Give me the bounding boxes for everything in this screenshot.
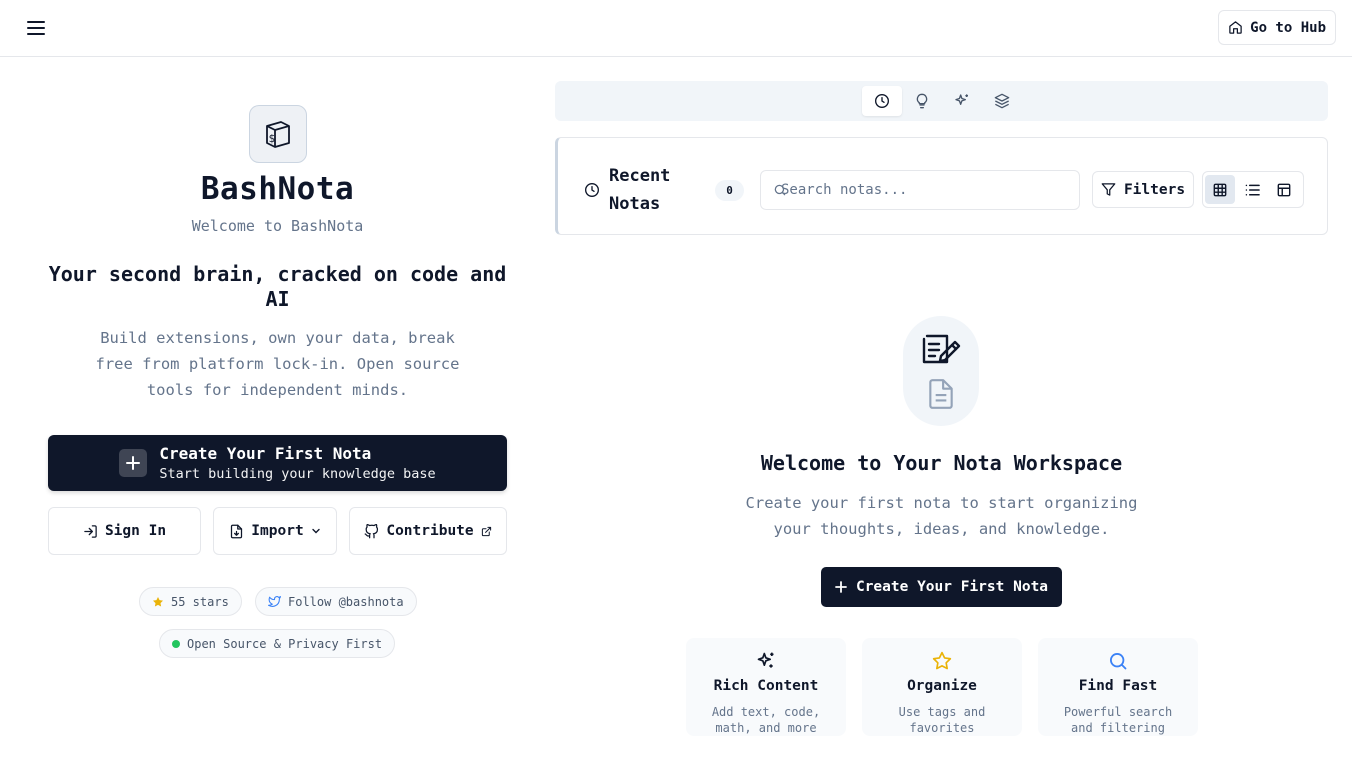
cta-subtitle: Start building your knowledge base <box>159 466 436 482</box>
tab-recent[interactable] <box>862 86 902 116</box>
list-view-button[interactable] <box>1237 175 1267 204</box>
feature-card-find-fast: Find Fast Powerful search and filtering <box>1038 638 1198 736</box>
create-first-nota-button[interactable]: Create Your First Nota <box>821 567 1062 607</box>
chevron-down-icon <box>311 528 320 534</box>
layers-icon <box>994 93 1010 109</box>
sign-in-icon <box>84 524 97 538</box>
feature-description: Powerful search and filtering <box>1063 705 1173 735</box>
tab-layers[interactable] <box>982 86 1022 116</box>
panel-title: Recent Notas <box>584 162 705 218</box>
star-icon <box>153 596 163 606</box>
nota-count-badge: 0 <box>715 180 744 201</box>
intro-column: $ BashNota Welcome to BashNota Your seco… <box>48 57 507 697</box>
home-icon <box>1229 21 1242 34</box>
sparkles-icon <box>757 652 774 668</box>
menu-button[interactable] <box>22 14 50 42</box>
star-icon <box>932 651 952 670</box>
terminal-package-icon: $ <box>266 121 290 148</box>
sparkles-icon <box>955 94 968 105</box>
app-logo: $ <box>249 105 307 163</box>
workspace-tabs <box>555 81 1328 121</box>
file-import-icon <box>231 524 243 538</box>
hamburger-menu-icon <box>27 21 45 35</box>
search-icon <box>1110 653 1127 670</box>
twitter-icon <box>268 596 281 607</box>
notepad-pencil-icon <box>922 334 961 364</box>
open-source-badge: Open Source & Privacy First <box>159 629 396 658</box>
svg-text:$: $ <box>269 132 276 145</box>
stars-count: 55 stars <box>171 594 229 609</box>
table-view-icon <box>1277 183 1291 196</box>
feature-title: Find Fast <box>1078 678 1158 694</box>
plus-icon <box>835 581 847 593</box>
table-view-button[interactable] <box>1269 175 1299 204</box>
filters-button[interactable]: Filters <box>1092 171 1194 208</box>
feature-title: Rich Content <box>713 678 819 694</box>
search-box <box>760 170 1080 210</box>
document-icon <box>929 379 953 409</box>
tab-ideas[interactable] <box>902 86 942 116</box>
github-icon <box>364 523 379 538</box>
feature-card-organize: Organize Use tags and favorites <box>862 638 1022 736</box>
empty-state-title: Welcome to Your Nota Workspace <box>760 451 1123 475</box>
feature-description: Use tags and favorites <box>898 705 986 735</box>
contribute-button[interactable]: Contribute <box>349 507 507 555</box>
feature-description: Add text, code, math, and more <box>711 705 821 735</box>
go-to-hub-button[interactable]: Go to Hub <box>1218 10 1336 45</box>
lightbulb-icon <box>916 93 928 109</box>
import-dropdown-button[interactable]: Import <box>213 507 337 555</box>
empty-state-illustration <box>903 316 979 426</box>
sign-in-label: Sign In <box>104 523 167 539</box>
open-source-label: Open Source & Privacy First <box>187 636 383 651</box>
follow-label: Follow @bashnota <box>288 594 404 609</box>
panel-title-text: Recent Notas <box>609 166 671 214</box>
top-bar: Go to Hub <box>0 0 1352 57</box>
filters-label: Filters <box>1123 181 1186 198</box>
plus-icon <box>119 449 148 477</box>
feature-card-rich-content: Rich Content Add text, code, math, and m… <box>686 638 846 736</box>
cta-title: Create Your First Nota <box>159 444 372 463</box>
clock-icon <box>585 183 599 197</box>
empty-state-description: Create your first nota to start organizi… <box>745 494 1138 538</box>
view-mode-toggle <box>1202 171 1304 208</box>
list-view-icon <box>1245 184 1260 195</box>
external-link-icon <box>481 526 491 536</box>
app-name: BashNota <box>200 171 355 207</box>
grid-view-button[interactable] <box>1205 175 1235 204</box>
description: Build extensions, own your data, break f… <box>95 329 460 399</box>
filter-icon <box>1101 183 1116 196</box>
tab-ai[interactable] <box>942 86 982 116</box>
welcome-text: Welcome to BashNota <box>191 217 364 235</box>
feature-title: Organize <box>907 678 977 694</box>
status-dot <box>172 639 180 648</box>
create-first-nota-hero-button[interactable]: Create Your First Nota Start building yo… <box>48 435 507 491</box>
github-stars-badge[interactable]: 55 stars <box>139 587 242 616</box>
recent-notas-panel: Recent Notas 0 Filters <box>555 137 1328 235</box>
contribute-label: Contribute <box>386 523 474 539</box>
create-first-nota-label: Create Your First Nota <box>855 579 1049 595</box>
sign-in-button[interactable]: Sign In <box>48 507 201 555</box>
import-label: Import <box>251 523 304 539</box>
search-input[interactable] <box>781 182 1061 198</box>
clock-icon <box>875 94 889 108</box>
grid-view-icon <box>1213 183 1227 196</box>
headline: Your second brain, cracked on code and A… <box>48 262 507 311</box>
go-to-hub-label: Go to Hub <box>1250 19 1326 36</box>
follow-twitter-badge[interactable]: Follow @bashnota <box>255 587 417 616</box>
